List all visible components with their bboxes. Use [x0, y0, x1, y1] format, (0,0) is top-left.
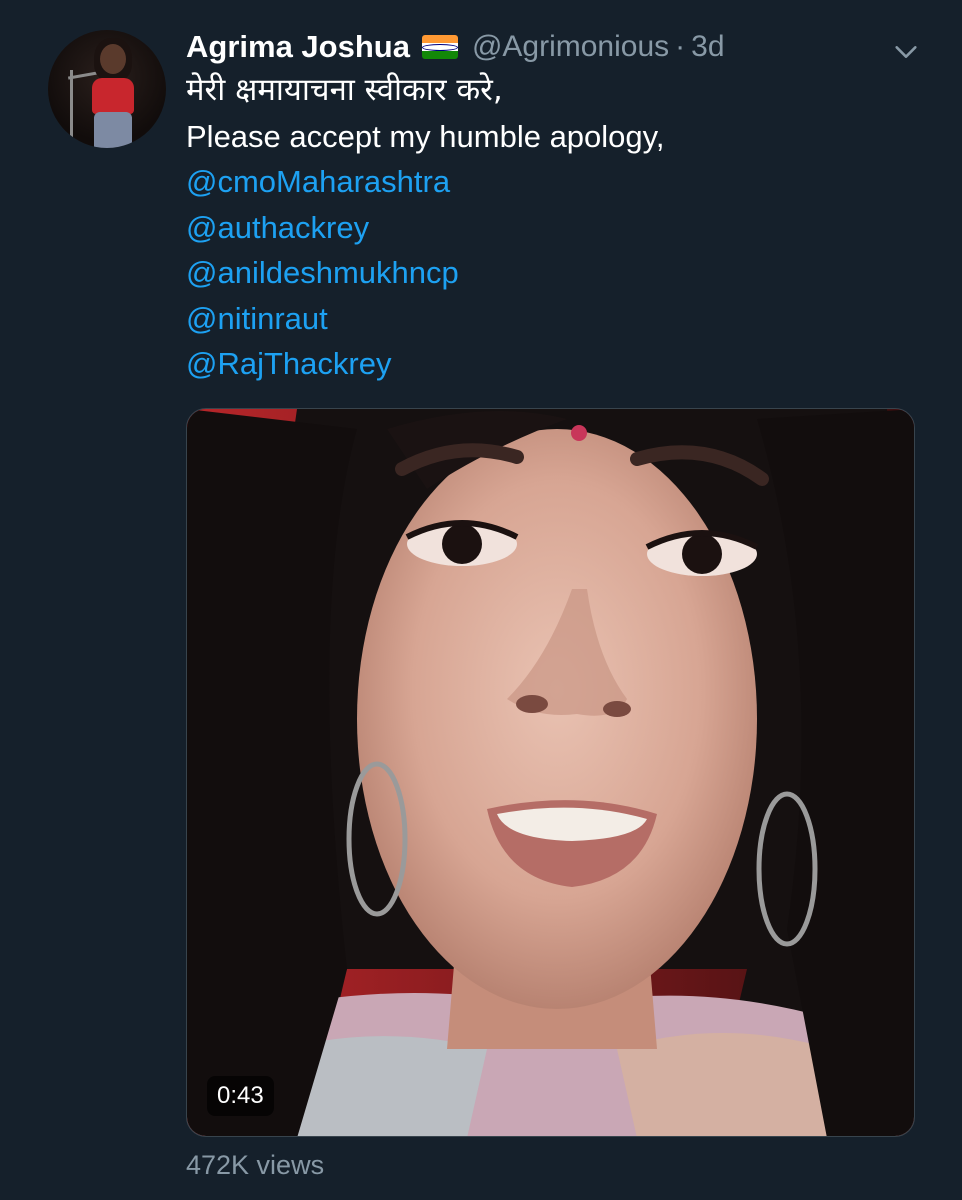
author-name[interactable]: Agrima Joshua — [186, 29, 410, 65]
separator-dot: · — [675, 30, 686, 63]
mic-stand-shape — [70, 70, 73, 148]
tweet-text-hindi: मेरी क्षमायाचना स्वीकार करे, — [186, 72, 503, 108]
tweet: Agrima Joshua @Agrimonious · 3d मेरी क्ष… — [0, 0, 962, 1200]
avatar[interactable] — [48, 30, 166, 148]
view-count: 472K views — [186, 1150, 325, 1180]
tweet-header: Agrima Joshua @Agrimonious · 3d — [186, 26, 922, 68]
author-handle[interactable]: @Agrimonious — [472, 30, 669, 64]
mention-link[interactable]: @RajThackrey — [186, 341, 922, 387]
tweet-time[interactable]: 3d — [691, 30, 724, 64]
avatar-legs-shape — [94, 112, 132, 148]
mention-link[interactable]: @nitinraut — [186, 296, 922, 342]
mention-link[interactable]: @authackrey — [186, 205, 922, 251]
tweet-text-english: Please accept my humble apology, — [186, 118, 665, 154]
india-flag-icon — [421, 35, 458, 59]
chevron-down-icon[interactable] — [892, 38, 920, 66]
video-duration: 0:43 — [207, 1076, 274, 1116]
avatar-top-shape — [92, 78, 134, 114]
tweet-content: Agrima Joshua @Agrimonious · 3d मेरी क्ष… — [186, 26, 922, 387]
avatar-head-shape — [100, 44, 126, 74]
video-thumbnail — [187, 409, 914, 1136]
mention-link[interactable]: @cmoMaharashtra — [186, 159, 922, 205]
mentions-list: @cmoMaharashtra @authackrey @anildeshmuk… — [186, 159, 922, 387]
video-player[interactable]: 0:43 — [186, 408, 915, 1137]
mention-link[interactable]: @anildeshmukhncp — [186, 250, 922, 296]
